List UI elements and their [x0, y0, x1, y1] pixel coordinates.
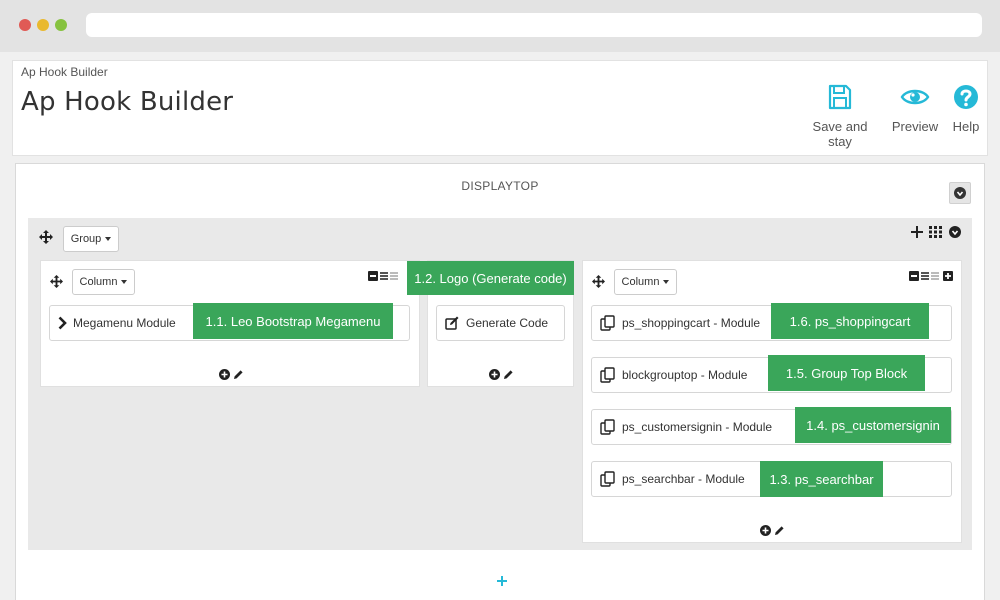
copy-icon — [600, 367, 616, 383]
module-item[interactable]: Generate Code — [436, 305, 565, 341]
circle-arrow-down-icon — [954, 187, 966, 199]
help-button[interactable]: Help — [949, 83, 983, 134]
module-name: ps_customersignin - Module — [622, 420, 773, 434]
group-collapse-icon[interactable] — [949, 226, 961, 238]
column-width-tools — [368, 271, 400, 281]
edit-square-icon — [445, 316, 460, 331]
module-name: ps_searchbar - Module — [622, 472, 745, 486]
callout-label: 1.3. ps_searchbar — [760, 461, 883, 497]
close-window-dot[interactable] — [19, 19, 31, 31]
decrease-width-icon[interactable] — [368, 271, 378, 281]
callout-label: 1.5. Group Top Block — [768, 355, 925, 391]
group-dropdown[interactable]: Group — [63, 226, 119, 252]
breadcrumb[interactable]: Ap Hook Builder — [21, 65, 108, 79]
address-bar[interactable] — [86, 13, 982, 37]
module-name: ps_shoppingcart - Module — [622, 316, 761, 330]
hook-panel: DISPLAYTOP Group Column Megamenu Module … — [15, 163, 985, 600]
chevron-right-icon — [58, 316, 67, 330]
column-dropdown[interactable]: Column — [614, 269, 677, 295]
plus-icon — [497, 576, 507, 586]
move-group-icon[interactable] — [39, 230, 53, 244]
column-3: Column ps_shoppingcart - Module 1.6. ps_… — [582, 260, 962, 543]
help-label: Help — [952, 119, 980, 134]
add-module-icon[interactable] — [760, 525, 771, 536]
copy-icon — [600, 315, 616, 331]
caret-down-icon — [663, 280, 670, 284]
caret-down-icon — [121, 280, 128, 284]
column-1: Column Megamenu Module 1.1. Leo Bootstra… — [40, 260, 420, 387]
callout-label: 1.1. Leo Bootstrap Megamenu — [193, 303, 393, 339]
eye-icon — [900, 89, 930, 105]
copy-icon — [600, 419, 616, 435]
group-container: Group Column Megamenu Module 1.1. Leo Bo… — [28, 218, 972, 550]
preview-button[interactable]: Preview — [889, 83, 941, 134]
hook-title: DISPLAYTOP — [461, 179, 539, 193]
pencil-icon[interactable] — [774, 525, 785, 536]
grid-layout-icon[interactable] — [929, 226, 942, 238]
minimize-window-dot[interactable] — [37, 19, 49, 31]
column-footer-tools — [760, 525, 785, 536]
save-and-stay-button[interactable]: Save and stay — [801, 83, 879, 149]
move-column-icon[interactable] — [592, 275, 605, 288]
width-bars-icon — [921, 272, 939, 280]
page-viewport: Ap Hook Builder Ap Hook Builder Save and… — [0, 52, 1000, 600]
module-name: Megamenu Module — [73, 316, 176, 330]
add-module-icon[interactable] — [489, 369, 500, 380]
save-and-stay-label: Save and stay — [812, 119, 868, 149]
column-dropdown[interactable]: Column — [72, 269, 135, 295]
browser-chrome — [0, 0, 1000, 52]
callout-label: 1.4. ps_customersignin — [795, 407, 951, 443]
help-icon — [954, 85, 978, 109]
decrease-width-icon[interactable] — [909, 271, 919, 281]
pencil-icon[interactable] — [233, 369, 244, 380]
column-dropdown-label: Column — [621, 276, 660, 288]
preview-label: Preview — [891, 119, 939, 134]
copy-icon — [600, 471, 616, 487]
add-group-button[interactable] — [494, 573, 510, 589]
callout-label: 1.6. ps_shoppingcart — [771, 303, 929, 339]
column-width-tools — [909, 271, 953, 281]
hook-collapse-button[interactable] — [949, 182, 971, 204]
save-icon — [828, 84, 852, 110]
add-module-icon[interactable] — [219, 369, 230, 380]
column-dropdown-label: Column — [79, 276, 118, 288]
callout-label: 1.2. Logo (Generate code) — [407, 261, 574, 295]
width-bars-icon — [380, 272, 398, 280]
module-name: Generate Code — [466, 316, 549, 330]
add-column-icon[interactable] — [911, 226, 923, 238]
move-column-icon[interactable] — [50, 275, 63, 288]
group-dropdown-label: Group — [70, 233, 102, 245]
maximize-window-dot[interactable] — [55, 19, 67, 31]
column-footer-tools — [489, 369, 514, 380]
page-title: Ap Hook Builder — [21, 87, 234, 117]
pencil-icon[interactable] — [503, 369, 514, 380]
module-name: blockgrouptop - Module — [622, 368, 748, 382]
caret-down-icon — [105, 237, 112, 241]
column-footer-tools — [219, 369, 244, 380]
increase-width-icon[interactable] — [943, 271, 953, 281]
page-header: Ap Hook Builder Ap Hook Builder Save and… — [12, 60, 988, 156]
